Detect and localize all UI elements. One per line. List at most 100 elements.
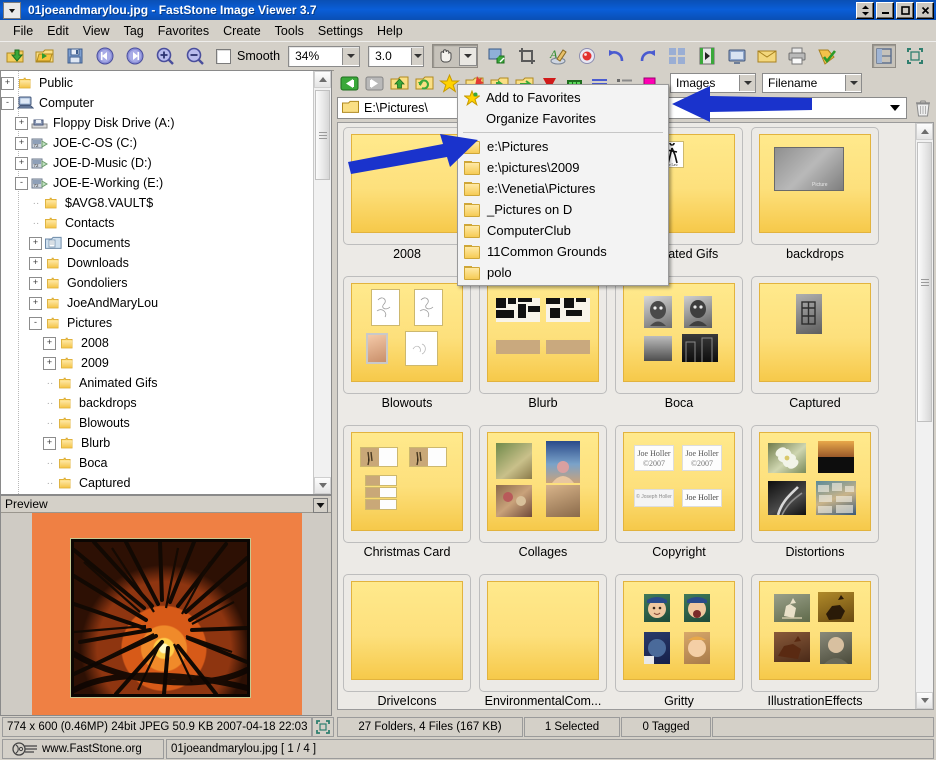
thumbnail-box[interactable] — [615, 574, 743, 692]
menu-tools[interactable]: Tools — [268, 22, 311, 40]
zoom-step-combo[interactable]: 3.0 — [368, 45, 425, 67]
folder-tree-panel[interactable]: + Public - Computer + Floppy Disk Drive (A:) +… — [0, 70, 332, 495]
back-icon[interactable] — [339, 73, 360, 94]
tree-expander[interactable]: + — [43, 356, 56, 370]
favorites-menu-entry[interactable]: e:\Venetia\Pictures — [458, 178, 668, 199]
resize-icon[interactable] — [486, 45, 508, 67]
tree-item[interactable]: + Documents — [1, 233, 313, 253]
forward-icon[interactable] — [364, 73, 385, 94]
thumbnail-cell[interactable]: Collages — [479, 425, 609, 570]
menu-view[interactable]: View — [76, 22, 117, 40]
chevron-down-icon[interactable] — [342, 47, 360, 65]
thumbnail-cell[interactable]: IllustrationEffects — [751, 574, 881, 709]
tree-item[interactable]: +72 JOE-D-Music (D:) — [1, 153, 313, 173]
tree-item[interactable]: + Downloads — [1, 253, 313, 273]
zoom-in-icon[interactable] — [154, 45, 176, 67]
thumbnail-box[interactable] — [343, 574, 471, 692]
tree-expander[interactable]: + — [15, 156, 28, 170]
open-folder-down-icon[interactable] — [4, 45, 26, 67]
red-eye-icon[interactable] — [576, 45, 598, 67]
tree-item[interactable]: ·· $AVG8.VAULT$ — [1, 193, 313, 213]
smooth-checkbox[interactable] — [216, 48, 231, 64]
favorites-menu-entry[interactable]: 11Common Grounds — [458, 241, 668, 262]
crop-icon[interactable] — [516, 45, 538, 67]
tree-item[interactable]: ·· Boca — [1, 453, 313, 473]
scroll-down-button[interactable] — [916, 692, 933, 709]
window-layout-icon[interactable] — [872, 44, 896, 68]
preview-body[interactable] — [1, 513, 331, 715]
tree-expander[interactable]: - — [29, 316, 42, 330]
thumbnail-cell[interactable]: Gritty — [615, 574, 745, 709]
tag-icon[interactable] — [816, 45, 838, 67]
save-icon[interactable] — [64, 45, 86, 67]
thumbnail-box[interactable] — [751, 276, 879, 394]
thumbnail-cell[interactable]: Blowouts — [343, 276, 473, 421]
thumbnail-box[interactable] — [751, 425, 879, 543]
menu-tag[interactable]: Tag — [117, 22, 151, 40]
email-icon[interactable] — [756, 45, 778, 67]
fit-to-window-status-icon[interactable] — [312, 717, 334, 737]
hand-tool-group[interactable] — [432, 44, 479, 68]
thumbnail-box[interactable]: Joe Holler ©2007 Joe Holler ©2007 © Joseph H… — [615, 425, 743, 543]
minimize-button[interactable] — [876, 2, 894, 19]
tree-item[interactable]: + Blurb — [1, 433, 313, 453]
scroll-down-button[interactable] — [314, 477, 331, 494]
print-icon[interactable] — [786, 45, 808, 67]
open-image-icon[interactable] — [34, 45, 56, 67]
tree-item[interactable]: - 72 JOE-E-Working (E:) — [1, 173, 313, 193]
up-folder-icon[interactable] — [389, 73, 410, 94]
close-button[interactable] — [916, 2, 934, 19]
thumbnail-cell[interactable]: Blurb — [479, 276, 609, 421]
menu-settings[interactable]: Settings — [311, 22, 370, 40]
thumbnail-box[interactable] — [751, 574, 879, 692]
thumbnail-box[interactable] — [343, 276, 471, 394]
thumbnail-cell[interactable]: Distortions — [751, 425, 881, 570]
zoom-level-combo[interactable]: 34% — [288, 45, 361, 67]
recycle-bin-icon[interactable] — [912, 97, 934, 119]
favorites-menu-entry[interactable]: e:\pictures\2009 — [458, 157, 668, 178]
tree-scrollbar-thumb[interactable] — [315, 90, 330, 180]
thumbnail-box[interactable] — [615, 276, 743, 394]
tree-item[interactable]: +2009 — [1, 353, 313, 373]
tree-item[interactable]: +2008 — [1, 333, 313, 353]
fullscreen-icon[interactable] — [726, 45, 748, 67]
fit-window-icon[interactable] — [904, 45, 926, 67]
draw-text-icon[interactable]: A — [546, 45, 568, 67]
hand-tool-dropdown-icon[interactable] — [459, 46, 478, 66]
hand-tool-icon[interactable] — [435, 45, 457, 67]
next-image-icon[interactable] — [124, 45, 146, 67]
menu-help[interactable]: Help — [370, 22, 410, 40]
zoom-out-icon[interactable] — [184, 45, 206, 67]
restore-size-button[interactable] — [856, 2, 874, 19]
system-menu-icon[interactable] — [3, 1, 21, 19]
tree-item[interactable]: + Public — [1, 73, 313, 93]
thumbnail-cell[interactable]: Picture backdrops — [751, 127, 881, 272]
tree-expander[interactable]: + — [43, 336, 56, 350]
chevron-down-icon[interactable] — [411, 47, 424, 65]
scroll-up-button[interactable] — [916, 123, 933, 140]
tree-item[interactable]: ·· Animated Gifs — [1, 373, 313, 393]
panel-close-icon[interactable] — [313, 498, 328, 513]
tree-expander[interactable]: + — [29, 236, 42, 250]
tree-expander[interactable]: + — [29, 276, 42, 290]
menu-file[interactable]: File — [6, 22, 40, 40]
menu-edit[interactable]: Edit — [40, 22, 76, 40]
tree-item[interactable]: + JoeAndMaryLou — [1, 293, 313, 313]
chevron-down-icon[interactable] — [890, 105, 900, 111]
tree-scrollbar[interactable] — [313, 71, 331, 494]
scroll-up-button[interactable] — [314, 71, 331, 88]
thumbnail-cell[interactable]: Joe Holler ©2007 Joe Holler ©2007 © Joseph H… — [615, 425, 745, 570]
tree-item[interactable]: + Floppy Disk Drive (A:) — [1, 113, 313, 133]
thumbnail-scrollbar-thumb[interactable] — [917, 142, 932, 422]
thumbnail-cell[interactable]: Captured — [751, 276, 881, 421]
chevron-down-icon[interactable] — [845, 75, 861, 91]
tree-item[interactable]: ·· Blowouts — [1, 413, 313, 433]
tree-expander[interactable]: + — [43, 436, 56, 450]
tree-item[interactable]: +72 JOE-C-OS (C:) — [1, 133, 313, 153]
favorites-menu-entry[interactable]: _Pictures on D — [458, 199, 668, 220]
refresh-icon[interactable] — [414, 73, 435, 94]
undo-icon[interactable] — [606, 45, 628, 67]
thumbnail-box[interactable] — [479, 574, 607, 692]
thumbnail-cell[interactable]: EnvironmentalCom... — [479, 574, 609, 709]
maximize-button[interactable] — [896, 2, 914, 19]
